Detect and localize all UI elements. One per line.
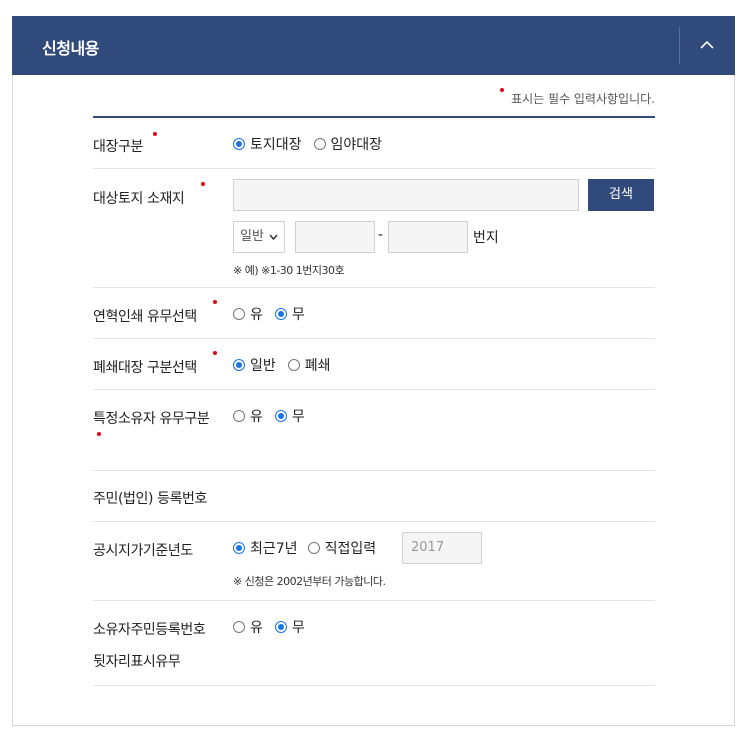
- history-print-label-text: 연혁인쇄 유무선택: [93, 309, 197, 325]
- radio-label: 임야대장: [330, 137, 383, 153]
- radio-closed-normal[interactable]: 일반: [233, 355, 276, 375]
- owner-id-display-label-line2: 뒷자리표시유무: [93, 654, 181, 670]
- lot-type-value: 일반: [240, 229, 264, 244]
- radio-forest-ledger[interactable]: 임야대장: [313, 134, 383, 154]
- required-dot: [97, 432, 101, 436]
- radio-recent-7-years[interactable]: 최근7년: [233, 538, 298, 558]
- required-note-text: 표시는 필수 입력사항입니다.: [511, 92, 655, 106]
- location-hint: ※ 예) ※1-30 1번지30호: [233, 264, 345, 277]
- application-panel: 신청내용 표시는 필수 입력사항입니다. 대장구분 토지대장 임야대장 대상토지…: [12, 16, 735, 726]
- radio-button[interactable]: [274, 410, 287, 422]
- required-dot: [500, 88, 505, 92]
- price-year-label: 공시지가기준년도: [93, 543, 193, 559]
- radio-button[interactable]: [287, 359, 300, 371]
- row-resident-number: 주민(법인) 등록번호: [93, 471, 655, 522]
- radio-label: 유: [250, 409, 263, 425]
- required-dot: [213, 300, 217, 304]
- row-price-year: 공시지가기준년도 최근7년 직접입력 2017 ※ 신청은 2002년부터 가능…: [93, 522, 655, 601]
- main-number-input[interactable]: [295, 221, 375, 253]
- radio-button[interactable]: [233, 359, 245, 371]
- radio-label: 토지대장: [250, 137, 302, 153]
- radio-history-no[interactable]: 무: [274, 304, 305, 324]
- row-ledger-type: 대장구분 토지대장 임야대장: [93, 118, 655, 169]
- radio-button[interactable]: [233, 542, 245, 554]
- radio-closed-closed[interactable]: 폐쇄: [287, 355, 331, 375]
- required-dot: [213, 351, 217, 355]
- radio-label: 일반: [250, 358, 276, 374]
- closed-ledger-label-text: 폐쇄대장 구분선택: [93, 360, 197, 376]
- owner-presence-radios: 유 무: [233, 406, 317, 426]
- year-input[interactable]: 2017: [402, 532, 482, 564]
- radio-direct-input[interactable]: 직접입력: [307, 538, 377, 558]
- row-location: 대상토지 소재지 검색 일반 - 번지 ※ 예) ※1-30 1번지30호: [93, 169, 655, 288]
- history-print-radios: 유 무: [233, 304, 317, 324]
- resident-number-label: 주민(법인) 등록번호: [93, 491, 208, 507]
- radio-owner-id-yes[interactable]: 유: [233, 617, 263, 637]
- owner-presence-label: 특정소유자 유무구분: [93, 408, 210, 436]
- radio-label: 무: [291, 620, 305, 636]
- radio-label: 유: [250, 307, 263, 323]
- radio-label: 최근7년: [250, 541, 298, 557]
- radio-button[interactable]: [313, 138, 326, 150]
- radio-label: 무: [291, 409, 305, 425]
- radio-button[interactable]: [274, 308, 287, 320]
- closed-ledger-radios: 일반 폐쇄: [233, 355, 343, 375]
- location-label: 대상토지 소재지: [93, 182, 205, 208]
- owner-id-display-radios: 유 무: [233, 617, 317, 637]
- radio-label: 직접입력: [324, 541, 377, 557]
- panel-title: 신청내용: [42, 39, 99, 58]
- price-year-hint: ※ 신청은 2002년부터 가능합니다.: [233, 575, 386, 588]
- radio-owner-yes[interactable]: 유: [233, 406, 263, 426]
- radio-button[interactable]: [233, 410, 245, 422]
- required-dot: [153, 132, 157, 136]
- lot-type-select[interactable]: 일반: [233, 221, 285, 253]
- chevron-up-icon: [700, 40, 714, 49]
- search-button[interactable]: 검색: [588, 179, 654, 211]
- ledger-type-label-text: 대장구분: [93, 139, 143, 155]
- sub-number-input[interactable]: [388, 221, 468, 253]
- row-history-print: 연혁인쇄 유무선택 유 무: [93, 288, 655, 339]
- history-print-label: 연혁인쇄 유무선택: [93, 300, 217, 326]
- number-dash: -: [378, 227, 384, 243]
- chevron-down-icon: [269, 234, 278, 240]
- required-note: 표시는 필수 입력사항입니다.: [500, 88, 655, 107]
- radio-label: 폐쇄: [304, 358, 331, 374]
- radio-button[interactable]: [274, 621, 287, 633]
- header-divider: [679, 27, 680, 64]
- radio-button[interactable]: [307, 542, 320, 554]
- row-closed-ledger: 폐쇄대장 구분선택 일반 폐쇄: [93, 339, 655, 390]
- row-owner-presence: 특정소유자 유무구분 유 무: [93, 390, 655, 471]
- required-dot: [201, 182, 205, 186]
- radio-label: 유: [250, 620, 263, 636]
- location-label-text: 대상토지 소재지: [93, 191, 185, 207]
- radio-label: 무: [291, 307, 305, 323]
- row-owner-id-display: 소유자주민등록번호 뒷자리표시유무 유 무: [93, 601, 655, 686]
- price-year-radios: 최근7년 직접입력: [233, 538, 388, 558]
- ledger-type-label: 대장구분: [93, 132, 157, 156]
- radio-owner-no[interactable]: 무: [274, 406, 305, 426]
- radio-land-ledger[interactable]: 토지대장: [233, 134, 302, 154]
- radio-button[interactable]: [233, 621, 245, 633]
- closed-ledger-label: 폐쇄대장 구분선택: [93, 351, 217, 377]
- radio-button[interactable]: [233, 308, 245, 320]
- address-input[interactable]: [233, 179, 579, 211]
- panel-header: 신청내용: [12, 16, 735, 75]
- owner-id-display-label-line1: 소유자주민등록번호: [93, 622, 206, 638]
- collapse-button[interactable]: [681, 16, 735, 75]
- number-unit: 번지: [473, 230, 499, 246]
- radio-button[interactable]: [233, 138, 245, 150]
- ledger-type-radios: 토지대장 임야대장: [233, 134, 394, 154]
- radio-owner-id-no[interactable]: 무: [274, 617, 305, 637]
- radio-history-yes[interactable]: 유: [233, 304, 263, 324]
- owner-presence-label-text: 특정소유자 유무구분: [93, 411, 210, 427]
